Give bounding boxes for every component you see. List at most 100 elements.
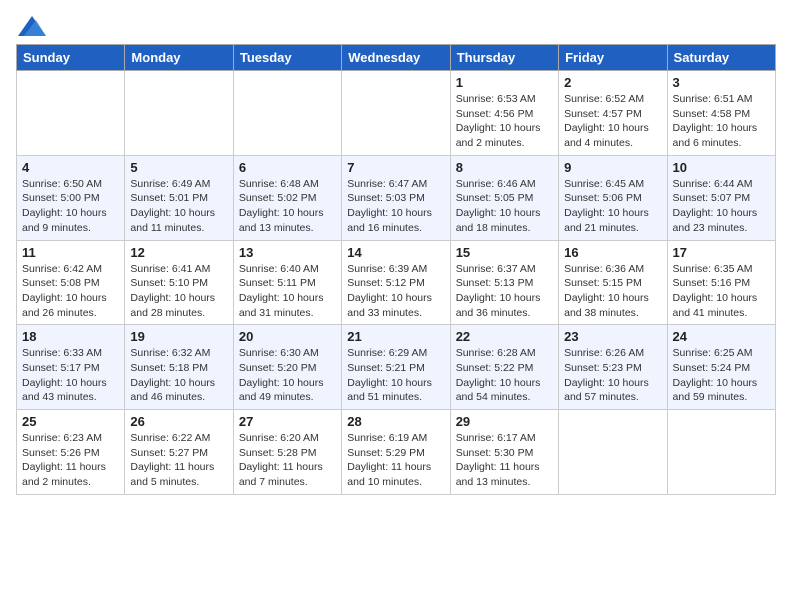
weekday-header-tuesday: Tuesday xyxy=(233,45,341,71)
day-number: 23 xyxy=(564,329,661,344)
day-number: 22 xyxy=(456,329,553,344)
calendar-cell: 6 Sunrise: 6:48 AM Sunset: 5:02 PM Daylig… xyxy=(233,155,341,240)
calendar-cell: 9 Sunrise: 6:45 AM Sunset: 5:06 PM Daylig… xyxy=(559,155,667,240)
calendar-cell: 29Sunrise: 6:17 AM Sunset: 5:30 PM Dayli… xyxy=(450,410,558,495)
day-info: Sunrise: 6:23 AM Sunset: 5:26 PM Dayligh… xyxy=(22,431,119,490)
day-info: Sunrise: 6:40 AM Sunset: 5:11 PM Dayligh… xyxy=(239,262,336,321)
calendar-cell: 23 Sunrise: 6:26 AM Sunset: 5:23 PM Dayli… xyxy=(559,325,667,410)
day-info: Sunrise: 6:46 AM Sunset: 5:05 PM Dayligh… xyxy=(456,177,553,236)
day-number: 5 xyxy=(130,160,227,175)
day-info: Sunrise: 6:50 AM Sunset: 5:00 PM Dayligh… xyxy=(22,177,119,236)
day-info: Sunrise: 6:45 AM Sunset: 5:06 PM Dayligh… xyxy=(564,177,661,236)
day-number: 26 xyxy=(130,414,227,429)
day-number: 1 xyxy=(456,75,553,90)
day-number: 18 xyxy=(22,329,119,344)
calendar-cell xyxy=(17,71,125,156)
calendar-cell xyxy=(233,71,341,156)
day-info: Sunrise: 6:29 AM Sunset: 5:21 PM Dayligh… xyxy=(347,346,444,405)
calendar-week-5: 25 Sunrise: 6:23 AM Sunset: 5:26 PM Dayli… xyxy=(17,410,776,495)
weekday-header-sunday: Sunday xyxy=(17,45,125,71)
calendar-cell: 8 Sunrise: 6:46 AM Sunset: 5:05 PM Daylig… xyxy=(450,155,558,240)
day-number: 16 xyxy=(564,245,661,260)
day-info: Sunrise: 6:42 AM Sunset: 5:08 PM Dayligh… xyxy=(22,262,119,321)
calendar-cell: 26 Sunrise: 6:22 AM Sunset: 5:27 PM Dayli… xyxy=(125,410,233,495)
day-number: 17 xyxy=(673,245,770,260)
calendar-cell: 11 Sunrise: 6:42 AM Sunset: 5:08 PM Dayli… xyxy=(17,240,125,325)
calendar-cell: 22 Sunrise: 6:28 AM Sunset: 5:22 PM Dayli… xyxy=(450,325,558,410)
logo-icon xyxy=(18,16,46,36)
day-number: 19 xyxy=(130,329,227,344)
day-number: 24 xyxy=(673,329,770,344)
day-number: 13 xyxy=(239,245,336,260)
day-number: 8 xyxy=(456,160,553,175)
day-info: Sunrise: 6:33 AM Sunset: 5:17 PM Dayligh… xyxy=(22,346,119,405)
calendar-cell: 10 Sunrise: 6:44 AM Sunset: 5:07 PM Dayli… xyxy=(667,155,775,240)
logo xyxy=(16,16,46,36)
calendar-cell: 17 Sunrise: 6:35 AM Sunset: 5:16 PM Dayli… xyxy=(667,240,775,325)
weekday-header-friday: Friday xyxy=(559,45,667,71)
day-info: Sunrise: 6:22 AM Sunset: 5:27 PM Dayligh… xyxy=(130,431,227,490)
calendar-cell: 2 Sunrise: 6:52 AM Sunset: 4:57 PM Daylig… xyxy=(559,71,667,156)
calendar-cell: 13 Sunrise: 6:40 AM Sunset: 5:11 PM Dayli… xyxy=(233,240,341,325)
calendar-cell: 12 Sunrise: 6:41 AM Sunset: 5:10 PM Dayli… xyxy=(125,240,233,325)
day-number: 9 xyxy=(564,160,661,175)
calendar-cell: 27 Sunrise: 6:20 AM Sunset: 5:28 PM Dayli… xyxy=(233,410,341,495)
calendar-cell: 20 Sunrise: 6:30 AM Sunset: 5:20 PM Dayli… xyxy=(233,325,341,410)
day-number: 21 xyxy=(347,329,444,344)
weekday-header-thursday: Thursday xyxy=(450,45,558,71)
day-info: Sunrise: 6:26 AM Sunset: 5:23 PM Dayligh… xyxy=(564,346,661,405)
day-info: Sunrise: 6:44 AM Sunset: 5:07 PM Dayligh… xyxy=(673,177,770,236)
day-number: 2 xyxy=(564,75,661,90)
calendar-cell: 16 Sunrise: 6:36 AM Sunset: 5:15 PM Dayli… xyxy=(559,240,667,325)
day-info: Sunrise: 6:35 AM Sunset: 5:16 PM Dayligh… xyxy=(673,262,770,321)
day-info: Sunrise: 6:32 AM Sunset: 5:18 PM Dayligh… xyxy=(130,346,227,405)
day-info: Sunrise: 6:28 AM Sunset: 5:22 PM Dayligh… xyxy=(456,346,553,405)
day-info: Sunrise: 6:25 AM Sunset: 5:24 PM Dayligh… xyxy=(673,346,770,405)
day-number: 12 xyxy=(130,245,227,260)
day-info: Sunrise: 6:19 AM Sunset: 5:29 PM Dayligh… xyxy=(347,431,444,490)
day-number: 25 xyxy=(22,414,119,429)
weekday-header-wednesday: Wednesday xyxy=(342,45,450,71)
day-number: 15 xyxy=(456,245,553,260)
day-number: 6 xyxy=(239,160,336,175)
calendar-cell: 7 Sunrise: 6:47 AM Sunset: 5:03 PM Daylig… xyxy=(342,155,450,240)
day-info: Sunrise: 6:51 AM Sunset: 4:58 PM Dayligh… xyxy=(673,92,770,151)
calendar-cell: 14 Sunrise: 6:39 AM Sunset: 5:12 PM Dayli… xyxy=(342,240,450,325)
weekday-header-saturday: Saturday xyxy=(667,45,775,71)
weekday-header-monday: Monday xyxy=(125,45,233,71)
day-number: 28 xyxy=(347,414,444,429)
day-number: 7 xyxy=(347,160,444,175)
day-info: Sunrise: 6:49 AM Sunset: 5:01 PM Dayligh… xyxy=(130,177,227,236)
day-info: Sunrise: 6:52 AM Sunset: 4:57 PM Dayligh… xyxy=(564,92,661,151)
calendar-cell: 5 Sunrise: 6:49 AM Sunset: 5:01 PM Daylig… xyxy=(125,155,233,240)
calendar-cell: 15Sunrise: 6:37 AM Sunset: 5:13 PM Dayli… xyxy=(450,240,558,325)
calendar-table: SundayMondayTuesdayWednesdayThursdayFrid… xyxy=(16,44,776,495)
calendar-cell: 1Sunrise: 6:53 AM Sunset: 4:56 PM Daylig… xyxy=(450,71,558,156)
calendar-week-1: 1Sunrise: 6:53 AM Sunset: 4:56 PM Daylig… xyxy=(17,71,776,156)
calendar-cell xyxy=(559,410,667,495)
page-header xyxy=(16,16,776,36)
day-info: Sunrise: 6:36 AM Sunset: 5:15 PM Dayligh… xyxy=(564,262,661,321)
day-info: Sunrise: 6:39 AM Sunset: 5:12 PM Dayligh… xyxy=(347,262,444,321)
calendar-week-2: 4 Sunrise: 6:50 AM Sunset: 5:00 PM Daylig… xyxy=(17,155,776,240)
calendar-cell: 24 Sunrise: 6:25 AM Sunset: 5:24 PM Dayli… xyxy=(667,325,775,410)
calendar-cell xyxy=(342,71,450,156)
day-number: 11 xyxy=(22,245,119,260)
day-info: Sunrise: 6:20 AM Sunset: 5:28 PM Dayligh… xyxy=(239,431,336,490)
day-number: 4 xyxy=(22,160,119,175)
calendar-cell xyxy=(125,71,233,156)
calendar-cell xyxy=(667,410,775,495)
day-info: Sunrise: 6:30 AM Sunset: 5:20 PM Dayligh… xyxy=(239,346,336,405)
day-number: 10 xyxy=(673,160,770,175)
day-info: Sunrise: 6:41 AM Sunset: 5:10 PM Dayligh… xyxy=(130,262,227,321)
calendar-cell: 3Sunrise: 6:51 AM Sunset: 4:58 PM Daylig… xyxy=(667,71,775,156)
day-number: 20 xyxy=(239,329,336,344)
day-number: 27 xyxy=(239,414,336,429)
day-info: Sunrise: 6:48 AM Sunset: 5:02 PM Dayligh… xyxy=(239,177,336,236)
calendar-cell: 28 Sunrise: 6:19 AM Sunset: 5:29 PM Dayli… xyxy=(342,410,450,495)
calendar-week-4: 18 Sunrise: 6:33 AM Sunset: 5:17 PM Dayli… xyxy=(17,325,776,410)
day-info: Sunrise: 6:17 AM Sunset: 5:30 PM Dayligh… xyxy=(456,431,553,490)
day-info: Sunrise: 6:47 AM Sunset: 5:03 PM Dayligh… xyxy=(347,177,444,236)
day-number: 14 xyxy=(347,245,444,260)
calendar-header-row: SundayMondayTuesdayWednesdayThursdayFrid… xyxy=(17,45,776,71)
